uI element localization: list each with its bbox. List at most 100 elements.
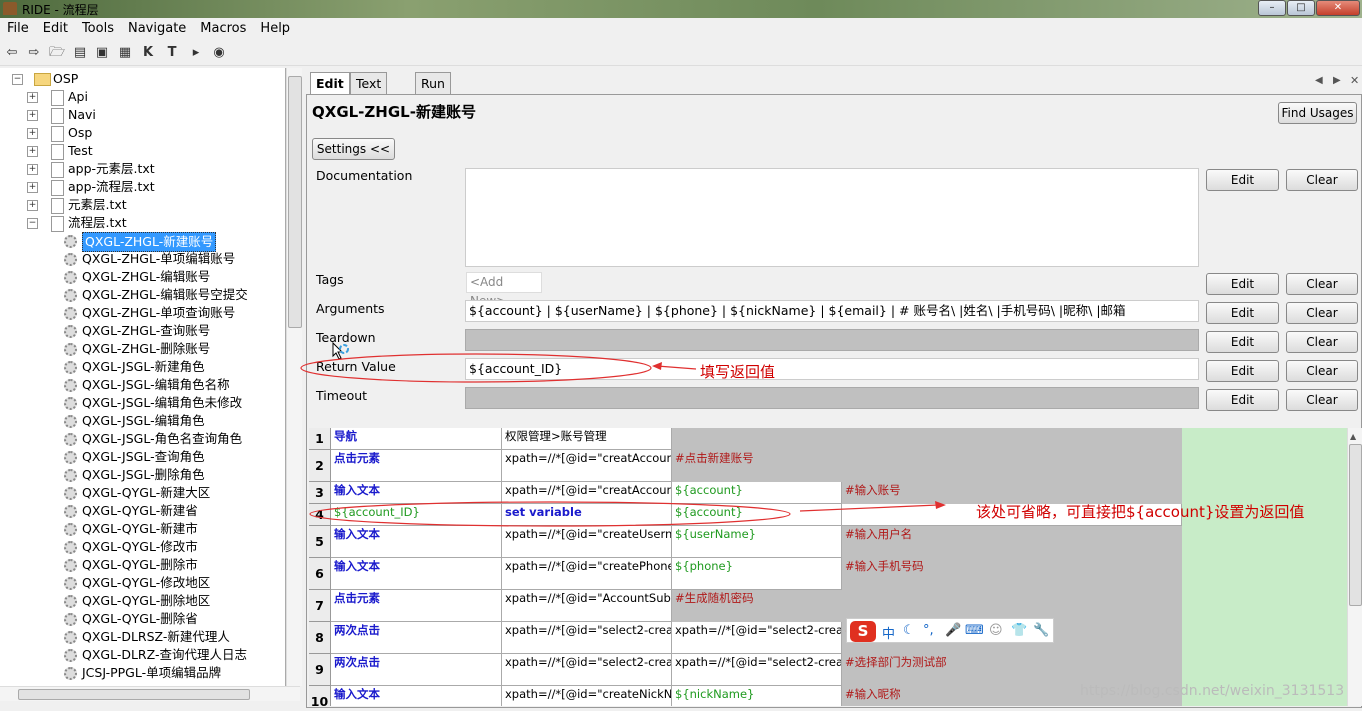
menu-edit[interactable]: Edit <box>36 19 75 38</box>
row-number[interactable]: 7 <box>309 590 331 622</box>
grid-cell[interactable]: #点击新建账号 <box>672 450 842 482</box>
tree-keyword[interactable]: QXGL-JSGL-编辑角色 <box>82 412 205 430</box>
documentation-edit-button[interactable]: Edit <box>1206 169 1279 191</box>
tree-keyword[interactable]: QXGL-QYGL-修改市 <box>82 538 198 556</box>
tree-file[interactable]: app-元素层.txt <box>68 160 155 178</box>
tree-keyword[interactable]: QXGL-JSGL-角色名查询角色 <box>82 430 242 448</box>
tree-keyword[interactable]: QXGL-QYGL-删除省 <box>82 610 198 628</box>
menu-file[interactable]: File <box>0 19 36 38</box>
tree-keyword[interactable]: QXGL-QYGL-新建省 <box>82 502 198 520</box>
grid-cell[interactable]: xpath=//*[@id="createNickName" <box>502 686 672 706</box>
grid-cell[interactable]: ${account} <box>672 482 842 504</box>
menu-help[interactable]: Help <box>253 19 297 38</box>
grid-cell[interactable]: 两次点击 <box>331 654 502 686</box>
tree-keyword[interactable]: QXGL-QYGL-新建市 <box>82 520 198 538</box>
timeout-field[interactable] <box>465 387 1199 409</box>
tree-folder[interactable]: Osp <box>68 124 92 142</box>
row-number[interactable]: 2 <box>309 450 331 482</box>
tags-add-new[interactable]: <Add New> <box>466 272 542 308</box>
tree-expand-toggle[interactable]: − <box>27 218 38 229</box>
row-number[interactable]: 4 <box>309 504 331 526</box>
timeout-clear-button[interactable]: Clear <box>1286 389 1358 411</box>
tags-clear-button[interactable]: Clear <box>1286 273 1358 295</box>
tree-keyword[interactable]: QXGL-JSGL-编辑角色名称 <box>82 376 230 394</box>
tree-keyword[interactable]: QXGL-ZHGL-查询账号 <box>82 322 210 340</box>
tree-collapse-toggle[interactable]: − <box>12 74 23 85</box>
row-number[interactable]: 8 <box>309 622 331 654</box>
back-arrow-icon[interactable]: ⇦ <box>4 45 20 61</box>
tree-expand-toggle[interactable]: + <box>27 128 38 139</box>
open-dir-icon[interactable]: ▤ <box>72 45 88 61</box>
tree-keyword[interactable]: QXGL-ZHGL-单项查询账号 <box>82 304 235 322</box>
sogou-logo-icon[interactable]: S <box>850 621 876 642</box>
tree-keyword[interactable]: JCSJ-PPGL-单项编辑品牌 <box>82 664 221 682</box>
arguments-field[interactable]: ${account} | ${userName} | ${phone} | ${… <box>465 300 1199 322</box>
find-usages-button[interactable]: Find Usages <box>1278 102 1357 124</box>
grid-cell[interactable]: xpath=//*[@id="select2-createRo <box>672 622 842 654</box>
grid-cell[interactable]: ${phone} <box>672 558 842 590</box>
menu-macros[interactable]: Macros <box>193 19 253 38</box>
grid-cell[interactable]: xpath=//*[@id="select2-createRo <box>502 622 672 654</box>
settings-toggle-button[interactable]: Settings << <box>312 138 395 160</box>
tree-keyword[interactable]: QXGL-ZHGL-新建账号 <box>82 232 217 252</box>
tree-keyword[interactable]: QXGL-ZHGL-编辑账号 <box>82 268 210 286</box>
grid-cell[interactable]: 输入文本 <box>331 558 502 590</box>
tree-keyword[interactable]: QXGL-DLRSZ-新建代理人 <box>82 628 230 646</box>
punctuation-icon[interactable]: °, <box>923 623 934 638</box>
grid-cell[interactable]: #输入用户名 <box>842 526 1182 558</box>
tab-close-icon[interactable]: ✕ <box>1350 74 1359 87</box>
forward-arrow-icon[interactable]: ⇨ <box>26 45 42 61</box>
row-number[interactable]: 10 <box>309 686 331 706</box>
row-number[interactable]: 1 <box>309 428 331 450</box>
tree-file[interactable]: 元素层.txt <box>68 196 127 214</box>
minimize-icon[interactable]: – <box>1258 0 1286 16</box>
return-value-edit-button[interactable]: Edit <box>1206 360 1279 382</box>
grid-cell[interactable]: 输入文本 <box>331 482 502 504</box>
documentation-clear-button[interactable]: Clear <box>1286 169 1358 191</box>
menu-tools[interactable]: Tools <box>75 19 121 38</box>
tree-expand-toggle[interactable]: + <box>27 200 38 211</box>
wrench-icon[interactable]: 🔧 <box>1033 623 1049 638</box>
tab-scroll-right-icon[interactable]: ▶ <box>1333 75 1341 86</box>
arguments-edit-button[interactable]: Edit <box>1206 302 1279 324</box>
grid-cell[interactable]: xpath=//*[@id="createPhoneNum <box>502 558 672 590</box>
tree-vertical-scrollbar[interactable] <box>286 68 302 686</box>
tab-scroll-left-icon[interactable]: ◀ <box>1315 75 1323 86</box>
return-value-clear-button[interactable]: Clear <box>1286 360 1358 382</box>
open-folder-icon[interactable]: 🗁 <box>49 45 65 61</box>
row-number[interactable]: 5 <box>309 526 331 558</box>
tree-scroll-thumb[interactable] <box>288 76 302 328</box>
moon-icon[interactable]: ☾ <box>903 623 915 638</box>
grid-cell[interactable]: xpath=//*[@id="creatAccountMan <box>502 450 672 482</box>
grid-cell[interactable]: 点击元素 <box>331 590 502 622</box>
grid-scroll-thumb[interactable] <box>1349 444 1362 606</box>
grid-cell[interactable]: xpath=//*[@id="AccountSubmitFo <box>502 590 672 622</box>
tab-run[interactable]: Run <box>415 72 451 94</box>
tree-keyword[interactable]: QXGL-ZHGL-编辑账号空提交 <box>82 286 248 304</box>
tree-file[interactable]: 流程层.txt <box>68 214 127 232</box>
search-keywords-icon[interactable]: K <box>140 45 156 61</box>
menu-navigate[interactable]: Navigate <box>121 19 193 38</box>
tree-keyword[interactable]: QXGL-QYGL-新建大区 <box>82 484 210 502</box>
tree-folder[interactable]: Test <box>68 142 93 160</box>
keyboard-icon[interactable]: ⌨ <box>965 623 984 638</box>
teardown-edit-button[interactable]: Edit <box>1206 331 1279 353</box>
save-icon[interactable]: ▣ <box>94 45 110 61</box>
tree-folder[interactable]: Api <box>68 88 88 106</box>
documentation-field[interactable] <box>465 168 1199 267</box>
grid-cell[interactable] <box>842 428 1182 450</box>
grid-cell[interactable]: ${account_ID} <box>331 504 502 526</box>
tags-edit-button[interactable]: Edit <box>1206 273 1279 295</box>
tree-keyword[interactable]: QXGL-JSGL-编辑角色未修改 <box>82 394 242 412</box>
grid-cell[interactable]: 输入文本 <box>331 686 502 706</box>
tree-hscroll-thumb[interactable] <box>18 689 250 700</box>
grid-cell[interactable] <box>672 428 842 450</box>
tree-expand-toggle[interactable]: + <box>27 164 38 175</box>
run-icon[interactable]: ▸ <box>188 45 204 61</box>
timeout-edit-button[interactable]: Edit <box>1206 389 1279 411</box>
tree-keyword[interactable]: QXGL-ZHGL-单项编辑账号 <box>82 250 235 268</box>
grid-cell[interactable]: xpath=//*[@id="select2-createDe <box>502 654 672 686</box>
tree-expand-toggle[interactable]: + <box>27 182 38 193</box>
tab-edit[interactable]: Edit <box>310 72 350 95</box>
stop-icon[interactable]: ◉ <box>211 45 227 61</box>
